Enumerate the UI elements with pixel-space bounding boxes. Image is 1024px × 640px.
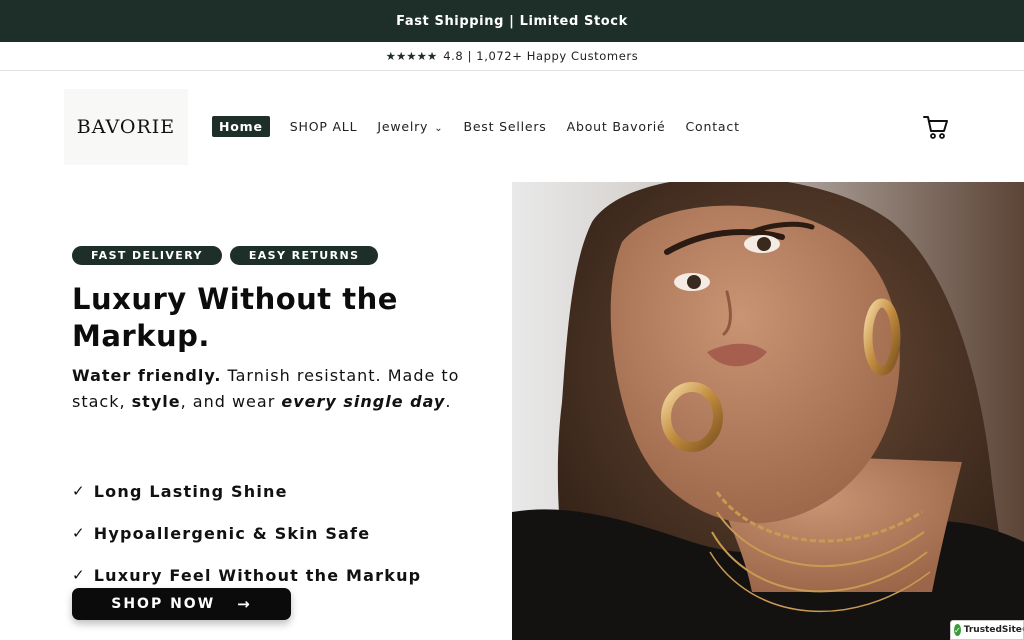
announcement-text: Fast Shipping | Limited Stock	[396, 13, 628, 29]
check-icon: ✓	[72, 524, 86, 542]
sub-text-2: , and wear	[180, 392, 282, 411]
chevron-down-icon: ⌄	[434, 123, 444, 134]
trustedsite-badge[interactable]: ✓ TrustedSite®	[950, 620, 1024, 640]
feature-item: ✓ Long Lasting Shine	[72, 470, 492, 512]
hero-subheading: Water friendly. Tarnish resistant. Made …	[72, 363, 492, 415]
feature-label: Hypoallergenic & Skin Safe	[93, 523, 371, 543]
nav-about[interactable]: About Bavorié	[567, 119, 666, 134]
arrow-right-icon: →	[237, 595, 252, 613]
headline-line-1: Luxury Without the	[72, 282, 398, 316]
shop-now-button[interactable]: SHOP NOW →	[72, 588, 291, 620]
check-icon: ✓	[72, 566, 86, 584]
brand-logo[interactable]: BAVORIE	[64, 89, 188, 165]
rating-stars-icon: ★★★★★	[385, 49, 438, 63]
nav-jewelry[interactable]: Jewelry ⌄	[377, 119, 443, 134]
hero-content: FAST DELIVERY EASY RETURNS Luxury Withou…	[72, 246, 492, 415]
cart-icon[interactable]	[922, 114, 950, 140]
sub-style: style	[131, 392, 181, 411]
sub-water-friendly: Water friendly.	[72, 366, 222, 385]
main-nav: Home SHOP ALL Jewelry ⌄ Best Sellers Abou…	[212, 116, 760, 137]
nav-home[interactable]: Home	[212, 116, 270, 137]
rating-text: 4.8 | 1,072+ Happy Customers	[443, 49, 639, 63]
model-portrait-illustration	[512, 182, 1024, 640]
headline-line-2: Markup.	[72, 319, 210, 353]
hero-model-image	[512, 182, 1024, 640]
trustedsite-label: TrustedSite	[963, 625, 1022, 635]
feature-list: ✓ Long Lasting Shine ✓ Hypoallergenic & …	[72, 470, 492, 596]
check-icon: ✓	[954, 624, 961, 636]
hero-headline: Luxury Without the Markup.	[72, 281, 492, 355]
rating-bar: ★★★★★ 4.8 | 1,072+ Happy Customers	[0, 42, 1024, 71]
nav-jewelry-label: Jewelry	[377, 119, 429, 134]
feature-item: ✓ Hypoallergenic & Skin Safe	[72, 512, 492, 554]
badge-fast-delivery: FAST DELIVERY	[72, 246, 222, 265]
site-header: BAVORIE Home SHOP ALL Jewelry ⌄ Best Sell…	[0, 71, 1024, 182]
badge-easy-returns: EASY RETURNS	[229, 246, 379, 265]
hero-badges: FAST DELIVERY EASY RETURNS	[72, 246, 492, 265]
feature-label: Long Lasting Shine	[93, 481, 288, 501]
feature-label: Luxury Feel Without the Markup	[93, 565, 422, 585]
shop-now-label: SHOP NOW	[111, 596, 216, 612]
sub-text-3: .	[445, 392, 452, 411]
nav-contact[interactable]: Contact	[686, 119, 740, 134]
nav-best-sellers[interactable]: Best Sellers	[463, 119, 546, 134]
announcement-bar: Fast Shipping | Limited Stock	[0, 0, 1024, 42]
nav-shop-all[interactable]: SHOP ALL	[290, 119, 358, 134]
sub-every-day: every single day	[281, 392, 446, 411]
check-icon: ✓	[72, 482, 86, 500]
